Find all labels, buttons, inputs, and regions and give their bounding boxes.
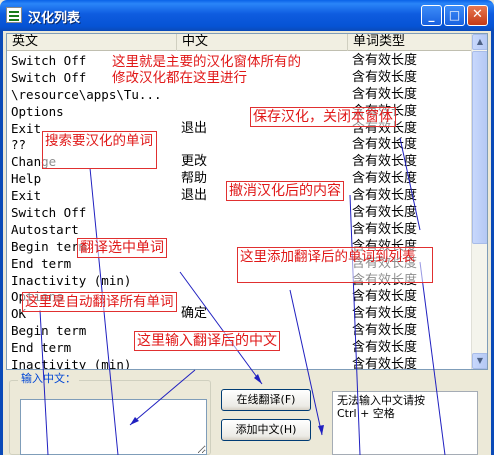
cell-word-type: 含有效长度 (352, 221, 418, 237)
cell-english: Switch Off (11, 205, 87, 221)
list-rows: Switch Off 含有效长度 Switch Off 含有效长度 \resource\… (7, 52, 473, 370)
cell-word-type: 含有效长度 (352, 323, 418, 339)
scroll-up-arrow-icon[interactable]: ▲ (472, 34, 487, 50)
cell-english: Inactivity (min) (11, 357, 132, 370)
annotation-undo: 撤消汉化后的内容 (226, 181, 344, 201)
annotation-auto-translate: 这里是自动翻译所有单词 (22, 292, 177, 312)
table-row[interactable]: Switch Off 含有效长度 (7, 204, 473, 221)
cell-word-type: 含有效长度 (352, 357, 418, 370)
window-title: 汉化列表 (28, 11, 81, 26)
list-header: 英文 中文 单词类型 (7, 34, 473, 51)
add-chinese-button[interactable]: 添加中文(H) (221, 419, 311, 441)
scroll-down-arrow-icon[interactable]: ▼ (472, 353, 487, 369)
input-method-hint: 无法输入中文请按 Ctrl + 空格 (332, 391, 478, 455)
table-row[interactable]: Inactivity (min) 含有效长度 (7, 356, 473, 370)
cell-word-type: 含有效长度 (352, 289, 418, 305)
table-row[interactable]: Options含有效长度 (7, 103, 473, 120)
input-group-label: 输入中文： (18, 372, 79, 386)
annotation-search: 搜索要汉化的单词 (42, 131, 157, 169)
maximize-button[interactable]: □ (444, 5, 465, 26)
table-row[interactable]: Autostart 含有效长度 (7, 221, 473, 238)
cell-english: \resource\apps\Tu... (11, 86, 162, 102)
table-row[interactable]: \resource\apps\Tu... 含有效长度 (7, 86, 473, 103)
cell-word-type: 含有效长度 (352, 86, 418, 102)
cell-word-type: 含有效长度 (352, 154, 418, 170)
chinese-input[interactable] (20, 399, 207, 455)
cell-word-type: 含有效长度 (352, 69, 418, 85)
title-bar[interactable]: 汉化列表 _ □ ✕ (0, 0, 494, 31)
column-header-chinese[interactable]: 中文 (177, 34, 348, 51)
cell-word-type: 含有效长度 (352, 53, 418, 68)
annotation-save: 保存汉化，关闭本窗体 (250, 107, 396, 127)
cell-english: Autostart (11, 221, 79, 237)
cell-word-type: 含有效长度 (352, 340, 418, 356)
cell-word-type: 含有效长度 (352, 205, 418, 221)
annotation-main-window-2: 修改汉化都在这里进行 (112, 70, 247, 86)
cell-english: Inactivity (min) (11, 272, 132, 288)
cell-word-type: 含有效长度 (352, 137, 418, 153)
app-icon (6, 7, 22, 23)
column-header-word-type[interactable]: 单词类型 (348, 34, 473, 51)
vertical-scrollbar[interactable]: ▲ ▼ (471, 34, 487, 369)
annotation-add-to-list: 这里添加翻译后的单词到列表 (237, 247, 433, 283)
annotation-translate-selected: 翻译选中单词 (77, 238, 167, 258)
cell-english: Exit (11, 188, 42, 204)
hint-line-2: Ctrl + 空格 (337, 407, 395, 420)
cell-chinese: 确定 (181, 306, 208, 322)
scroll-thumb[interactable] (472, 51, 487, 244)
minimize-button[interactable]: _ (421, 5, 442, 26)
column-header-english[interactable]: 英文 (7, 34, 177, 51)
close-button[interactable]: ✕ (467, 5, 488, 26)
online-translate-button[interactable]: 在线翻译(F) (221, 389, 311, 411)
cell-word-type: 含有效长度 (352, 188, 418, 204)
annotation-input-here: 这里输入翻译后的中文 (134, 331, 280, 351)
cell-english: Options (11, 103, 64, 119)
cell-chinese: 更改 (181, 154, 208, 170)
hint-line-1: 无法输入中文请按 (337, 394, 425, 407)
cell-word-type: 含有效长度 (352, 171, 418, 187)
cell-english: Help (11, 171, 42, 187)
cell-word-type: 含有效长度 (352, 306, 418, 322)
